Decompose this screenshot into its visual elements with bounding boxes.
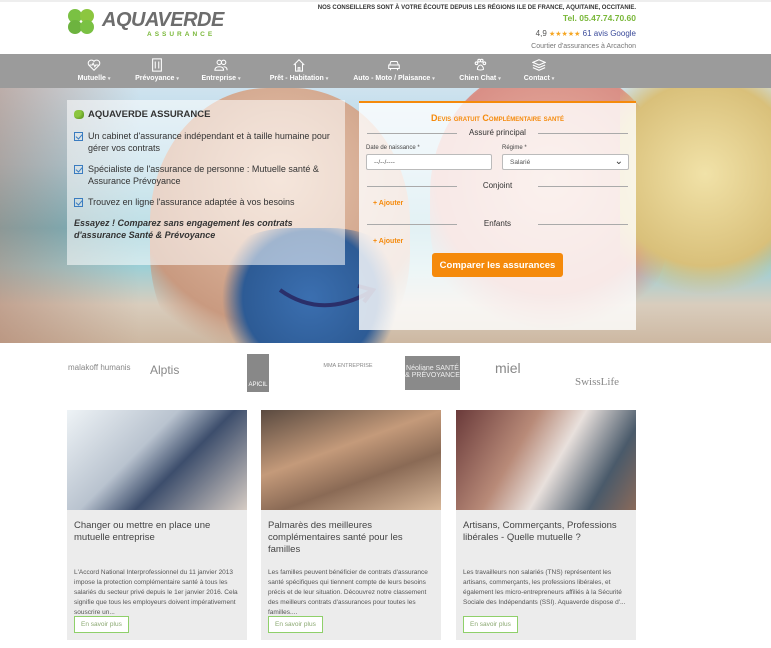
checkbox-icon xyxy=(74,132,83,141)
nav-contact[interactable]: Contact ▾ xyxy=(514,54,564,88)
form-title: Devis gratuit Complémentaire santé xyxy=(431,113,564,123)
nav-mutuelle[interactable]: Mutuelle ▾ xyxy=(60,54,128,88)
handshake-image xyxy=(67,410,247,510)
clover-icon xyxy=(74,110,84,119)
intro-item: Spécialiste de l'assurance de personne :… xyxy=(74,163,338,187)
logo-text: AQUAVERDE xyxy=(102,9,224,31)
add-spouse-button[interactable]: + Ajouter xyxy=(373,200,403,207)
add-label: Ajouter xyxy=(378,238,404,245)
clover-logo-icon xyxy=(68,9,94,34)
heart-pulse-icon xyxy=(87,59,101,71)
nav-label: Entreprise xyxy=(201,75,237,82)
intro-item: Trouvez en ligne l'assurance adaptée à v… xyxy=(74,196,338,208)
partner-malakoff: malakoff humanis xyxy=(68,363,131,372)
shop-image xyxy=(456,410,636,510)
card-text: Les travailleurs non salariés (TNS) repr… xyxy=(463,569,626,606)
nav-pret-habitation[interactable]: Prêt - Habitation ▾ xyxy=(256,54,342,88)
nav-label: Auto - Moto / Plaisance xyxy=(353,75,431,82)
quote-form: Devis gratuit Complémentaire santé Assur… xyxy=(359,101,636,330)
intro-item-text: Un cabinet d'assurance indépendant et à … xyxy=(88,131,330,153)
tagline: NOS CONSEILLERS SONT À VOTRE ÉCOUTE DEPU… xyxy=(317,5,636,11)
intro-item-text: Spécialiste de l'assurance de personne :… xyxy=(88,164,319,186)
partner-miel: miel xyxy=(495,360,521,376)
broker-text: Courtier d'assurances à Arcachon xyxy=(531,43,636,50)
nav-label: Prêt - Habitation xyxy=(269,75,324,82)
intro-panel: AQUAVERDE ASSURANCE Un cabinet d'assuran… xyxy=(67,100,345,265)
nav-label: Contact xyxy=(523,75,550,82)
article-card: Changer ou mettre en place une mutuelle … xyxy=(67,410,247,640)
section-assure-principal: Assuré principal xyxy=(359,128,636,140)
intro-title: AQUAVERDE ASSURANCE xyxy=(88,109,211,120)
card-text: L'Accord National Interprofessionnel du … xyxy=(74,569,238,616)
google-reviews-link[interactable]: 61 avis Google xyxy=(583,29,636,38)
checkbox-icon xyxy=(74,165,83,174)
add-label: Ajouter xyxy=(378,200,404,207)
card-title[interactable]: Artisans, Commerçants, Professions libér… xyxy=(456,510,636,568)
section-conjoint: Conjoint xyxy=(359,181,636,193)
intro-cta: Essayez ! Comparez sans engagement les c… xyxy=(74,218,293,240)
read-more-button[interactable]: En savoir plus xyxy=(268,616,323,633)
partner-swisslife: SwissLife xyxy=(575,376,619,388)
dob-label: Date de naissance * xyxy=(366,145,420,151)
regime-select[interactable]: Salarié ⌄ xyxy=(502,154,629,170)
read-more-button[interactable]: En savoir plus xyxy=(74,616,129,633)
logo-subtitle: ASSURANCE xyxy=(147,31,216,38)
regime-label: Régime * xyxy=(502,145,527,151)
article-card: Palmarès des meilleures complémentaires … xyxy=(261,410,441,640)
layers-icon xyxy=(532,59,546,71)
partner-logos: malakoff humanis Alptis APICIL MMA ENTRE… xyxy=(60,354,650,394)
main-nav: Mutuelle ▾ Prévoyance ▾ Entreprise ▾ Prê… xyxy=(0,54,771,88)
intro-item: Un cabinet d'assurance indépendant et à … xyxy=(74,130,338,154)
card-text: Les familles peuvent bénéficier de contr… xyxy=(268,569,428,616)
car-icon xyxy=(388,60,400,71)
nav-label: Prévoyance xyxy=(135,75,175,82)
partner-neoliane: Néoliane SANTÉ & PRÉVOYANCE xyxy=(405,356,460,390)
chevron-down-icon: ⌄ xyxy=(614,156,623,167)
article-card: Artisans, Commerçants, Professions libér… xyxy=(456,410,636,640)
add-children-button[interactable]: + Ajouter xyxy=(373,238,403,245)
rating-value: 4,9 xyxy=(535,29,547,38)
card-title[interactable]: Changer ou mettre en place une mutuelle … xyxy=(67,510,247,568)
phone-link[interactable]: Tel. 05.47.74.70.60 xyxy=(563,13,636,23)
partner-apicil: APICIL xyxy=(247,354,269,392)
top-line xyxy=(0,0,771,2)
card-title[interactable]: Palmarès des meilleures complémentaires … xyxy=(261,510,441,568)
section-enfants: Enfants xyxy=(359,219,636,231)
checkbox-icon xyxy=(74,198,83,207)
read-more-button[interactable]: En savoir plus xyxy=(463,616,518,633)
partner-mma: MMA ENTREPRISE xyxy=(323,363,373,369)
logo[interactable]: AQUAVERDE ASSURANCE xyxy=(66,8,226,44)
star-icons: ★★★★★ xyxy=(549,31,581,38)
nav-entreprise[interactable]: Entreprise ▾ xyxy=(186,54,256,88)
plus-icon: + xyxy=(373,238,378,245)
dob-input[interactable]: --/--/---- xyxy=(366,154,492,170)
users-icon xyxy=(214,59,228,71)
partner-alptis: Alptis xyxy=(150,363,180,377)
nav-chien-chat[interactable]: Chien Chat ▾ xyxy=(446,54,514,88)
paw-icon xyxy=(474,58,487,71)
nav-auto-moto[interactable]: Auto - Moto / Plaisance ▾ xyxy=(342,54,446,88)
compare-button[interactable]: Comparer les assurances xyxy=(432,253,563,277)
plus-icon: + xyxy=(373,200,378,207)
nav-prevoyance[interactable]: Prévoyance ▾ xyxy=(128,54,186,88)
building-icon xyxy=(152,58,162,72)
family-image xyxy=(261,410,441,510)
nav-label: Chien Chat xyxy=(459,75,497,82)
nav-label: Mutuelle xyxy=(77,75,106,82)
regime-value: Salarié xyxy=(510,159,531,166)
google-rating: 4,9 ★★★★★ 61 avis Google xyxy=(536,29,636,38)
intro-item-text: Trouvez en ligne l'assurance adaptée à v… xyxy=(88,197,295,207)
house-icon xyxy=(293,59,305,72)
